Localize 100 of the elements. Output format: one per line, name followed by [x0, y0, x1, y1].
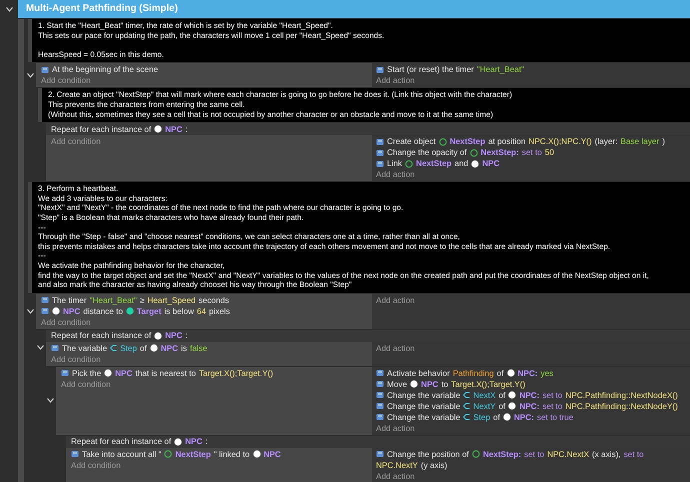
instruction-icon — [376, 402, 384, 410]
event-text: is below — [164, 306, 194, 317]
instruction-icon — [376, 413, 384, 422]
instruction-icon — [376, 148, 384, 157]
chevron-icon[interactable] — [46, 398, 54, 404]
event-text: of — [493, 412, 500, 423]
keyword-text: set to — [524, 448, 544, 460]
event-text: Create object — [387, 136, 436, 148]
add-condition-link[interactable]: Add condition — [71, 460, 121, 471]
add-condition-link[interactable]: Add condition — [51, 354, 101, 365]
event-text: is — [181, 342, 187, 354]
keyword-text: set to — [522, 147, 542, 158]
string-value: Base layer — [620, 136, 660, 148]
event-text: and — [454, 158, 468, 170]
expression-text: NPC.Pathfinding::NextNodeY() — [565, 400, 678, 412]
add-action-link[interactable]: Add action — [376, 294, 415, 306]
variable-name: Step — [473, 412, 490, 423]
event-text: to — [441, 378, 448, 390]
chevron-icon[interactable] — [26, 308, 34, 314]
instruction-icon — [376, 450, 384, 458]
event-text: The timer — [52, 294, 87, 306]
value-text: false — [190, 342, 208, 354]
add-action-link[interactable]: Add action — [376, 342, 415, 354]
event-text: Change the variable — [387, 390, 460, 401]
event-text: Move — [387, 378, 408, 390]
variable-icon — [110, 345, 118, 352]
object-name: NPC: — [519, 400, 540, 412]
event-text: Change the opacity of — [387, 147, 467, 158]
event-text: At the beginning of the scene — [52, 64, 158, 76]
add-action-link[interactable]: Add action — [376, 422, 415, 434]
chevron-icon[interactable] — [6, 6, 12, 12]
event-text: : — [205, 437, 208, 446]
add-action-link[interactable]: Add action — [376, 75, 415, 86]
variable-name: NextY — [473, 400, 496, 412]
event-text: Change the position of — [387, 448, 469, 460]
instruction-icon — [376, 369, 384, 378]
event-text: The variable — [62, 342, 108, 354]
object-name: NextStep — [175, 448, 211, 460]
expression-text: Heart_Speed — [147, 294, 196, 306]
instruction-icon — [51, 344, 59, 352]
behavior-name: Pathfinding — [452, 368, 494, 379]
object-name: NPC — [160, 342, 178, 354]
keyword-text: set to — [542, 400, 562, 412]
add-condition-link[interactable]: Add condition — [41, 316, 91, 328]
instruction-icon — [71, 450, 79, 458]
event-text: Change the variable — [387, 400, 460, 412]
variable-icon — [463, 403, 470, 410]
object-name: NPC — [421, 378, 438, 390]
add-condition-link[interactable]: Add condition — [61, 378, 111, 390]
keyword-text: set to true — [537, 412, 574, 423]
object-name: NextStep: — [482, 448, 522, 460]
object-name: NPC — [165, 331, 182, 340]
event-text: of — [496, 368, 504, 379]
object-name: NPC — [115, 368, 132, 379]
variable-name: Step — [120, 342, 137, 354]
event-text: of — [498, 400, 506, 412]
instruction-icon — [376, 66, 384, 74]
event-text: that is nearest to — [135, 368, 196, 379]
event-text: : — [185, 124, 188, 134]
event-text: Take into account all " — [82, 448, 162, 460]
keyword-text: set to — [542, 390, 562, 401]
event-text: (layer: — [594, 136, 618, 148]
event-text: Repeat for each instance of — [71, 437, 172, 446]
object-name: NPC: — [519, 390, 540, 401]
add-condition-link[interactable]: Add condition — [51, 136, 101, 148]
variable-name: NextX — [473, 390, 496, 401]
add-condition-link[interactable]: Add condition — [41, 75, 91, 86]
object-name: NPC — [482, 158, 500, 170]
event-text: Link — [387, 158, 402, 170]
add-action-link[interactable]: Add action — [376, 470, 415, 482]
event-text: Repeat for each instance of — [51, 331, 152, 340]
chevron-icon[interactable] — [26, 72, 34, 78]
instruction-icon — [41, 307, 49, 316]
event-text: Repeat for each instance of — [51, 124, 152, 134]
instruction-icon — [61, 369, 69, 378]
event-text: " linked to — [214, 448, 250, 460]
object-name: Target — [136, 306, 162, 317]
string-value: "Heart_Beat" — [90, 294, 137, 306]
chevron-icon[interactable] — [36, 345, 44, 350]
event-text: ) — [662, 136, 665, 148]
event-text: Change the variable — [387, 412, 460, 423]
event-text: at position — [488, 136, 526, 148]
object-name: NPC — [63, 306, 80, 317]
expression-text: 64 — [196, 306, 206, 317]
expression-text: NPC.NextY — [376, 460, 418, 471]
value-text: yes — [540, 368, 554, 379]
variable-icon — [463, 392, 470, 398]
event-text: Activate behavior — [387, 368, 450, 379]
expression-text: Target.X();Target.Y() — [451, 378, 526, 390]
event-text: Pick the — [72, 368, 102, 379]
object-name: NPC: — [514, 412, 534, 423]
expression-text: NPC.X();NPC.Y() — [528, 136, 592, 148]
event-text: ≥ — [140, 294, 144, 306]
object-name: NPC — [264, 448, 281, 460]
group-title-bar[interactable]: Multi-Agent Pathfinding (Simple) — [18, 0, 690, 18]
keyword-text: set to — [624, 448, 644, 460]
add-action-link[interactable]: Add action — [376, 169, 415, 180]
object-name: NPC — [185, 437, 202, 446]
instruction-icon — [376, 138, 384, 146]
instruction-icon — [41, 66, 49, 74]
